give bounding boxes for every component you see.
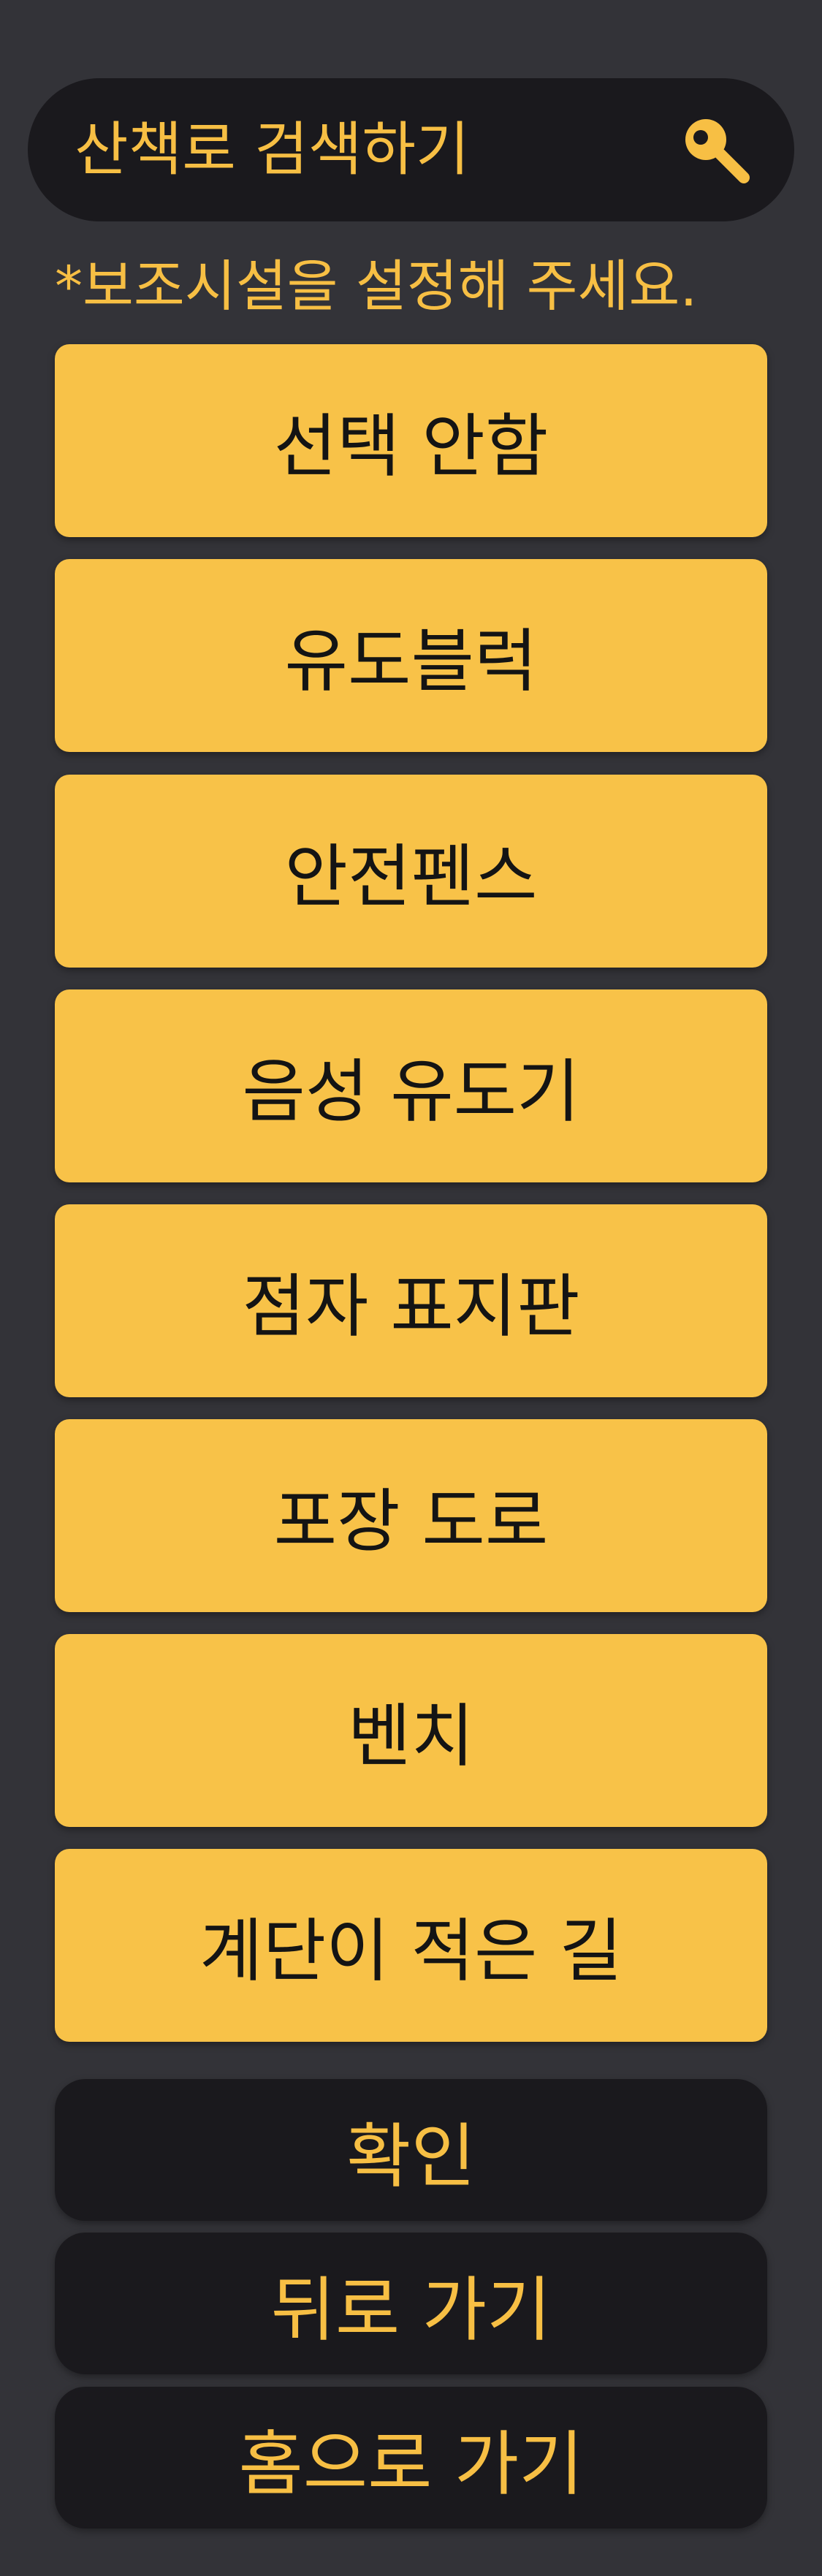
search-icon[interactable] — [680, 113, 753, 186]
option-tactile-block-button[interactable]: 유도블럭 — [55, 559, 767, 752]
confirm-button[interactable]: 확인 — [55, 2079, 767, 2221]
option-few-stairs-button[interactable]: 계단이 적은 길 — [55, 1849, 767, 2042]
option-paved-road-button[interactable]: 포장 도로 — [55, 1419, 767, 1612]
back-button[interactable]: 뒤로 가기 — [55, 2233, 767, 2374]
option-bench-button[interactable]: 벤치 — [55, 1634, 767, 1827]
home-button[interactable]: 홈으로 가기 — [55, 2387, 767, 2528]
facility-hint: *보조시설을 설정해 주세요. — [55, 254, 698, 319]
option-none-button[interactable]: 선택 안함 — [55, 344, 767, 537]
option-braille-sign-button[interactable]: 점자 표지판 — [55, 1204, 767, 1397]
option-voice-guide-button[interactable]: 음성 유도기 — [55, 989, 767, 1182]
option-safety-fence-button[interactable]: 안전펜스 — [55, 775, 767, 968]
search-label: 산책로 검색하기 — [75, 115, 470, 183]
search-bar[interactable]: 산책로 검색하기 — [28, 78, 794, 221]
